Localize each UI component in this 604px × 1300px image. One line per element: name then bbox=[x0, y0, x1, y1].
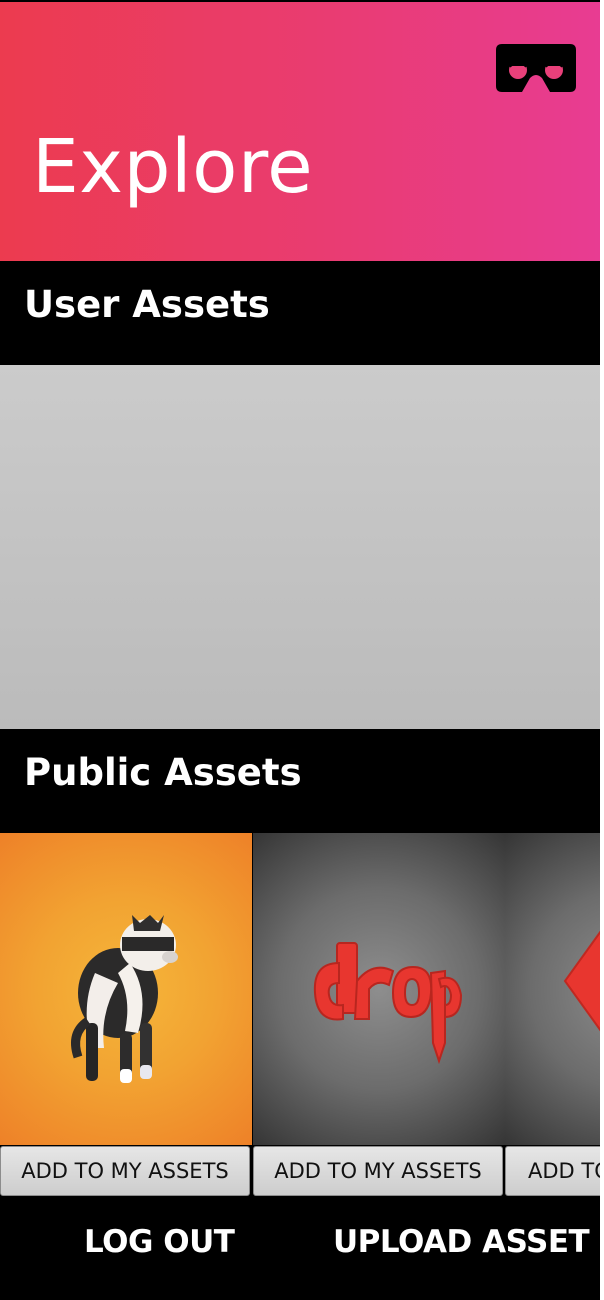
asset-thumbnail-diamond[interactable] bbox=[505, 833, 600, 1145]
add-to-my-assets-button[interactable]: ADD TO MY ASSETS bbox=[0, 1146, 250, 1196]
asset-thumbnail-ferret[interactable] bbox=[0, 833, 252, 1145]
vr-headset-icon[interactable] bbox=[496, 44, 576, 92]
explore-header: Explore bbox=[0, 2, 600, 261]
public-assets-header: Public Assets bbox=[0, 729, 600, 833]
bottom-action-bar: LOG OUT UPLOAD ASSET bbox=[0, 1199, 600, 1300]
asset-card: ADD TO MY ASSETS bbox=[253, 833, 505, 1199]
explore-screen: Explore User Assets Public Assets ADD TO… bbox=[0, 0, 600, 1300]
user-assets-header: User Assets bbox=[0, 261, 600, 365]
add-to-my-assets-button[interactable]: ADD TO MY ASSETS bbox=[253, 1146, 503, 1196]
upload-asset-button[interactable]: UPLOAD ASSET bbox=[333, 1227, 590, 1258]
asset-card: ADD TO MY ASSETS bbox=[505, 833, 600, 1199]
asset-card: ADD TO MY ASSETS bbox=[0, 833, 252, 1199]
logout-button[interactable]: LOG OUT bbox=[84, 1227, 235, 1258]
public-assets-title: Public Assets bbox=[24, 751, 302, 794]
public-assets-carousel[interactable]: ADD TO MY ASSETS ADD TO MY ASSETS ADD T bbox=[0, 833, 600, 1199]
user-assets-list[interactable] bbox=[0, 365, 600, 729]
add-to-my-assets-button[interactable]: ADD TO MY ASSETS bbox=[505, 1146, 600, 1196]
user-assets-title: User Assets bbox=[24, 283, 270, 326]
page-title: Explore bbox=[32, 124, 314, 210]
asset-thumbnail-drop[interactable] bbox=[253, 833, 505, 1145]
window-edge bbox=[600, 0, 604, 1300]
